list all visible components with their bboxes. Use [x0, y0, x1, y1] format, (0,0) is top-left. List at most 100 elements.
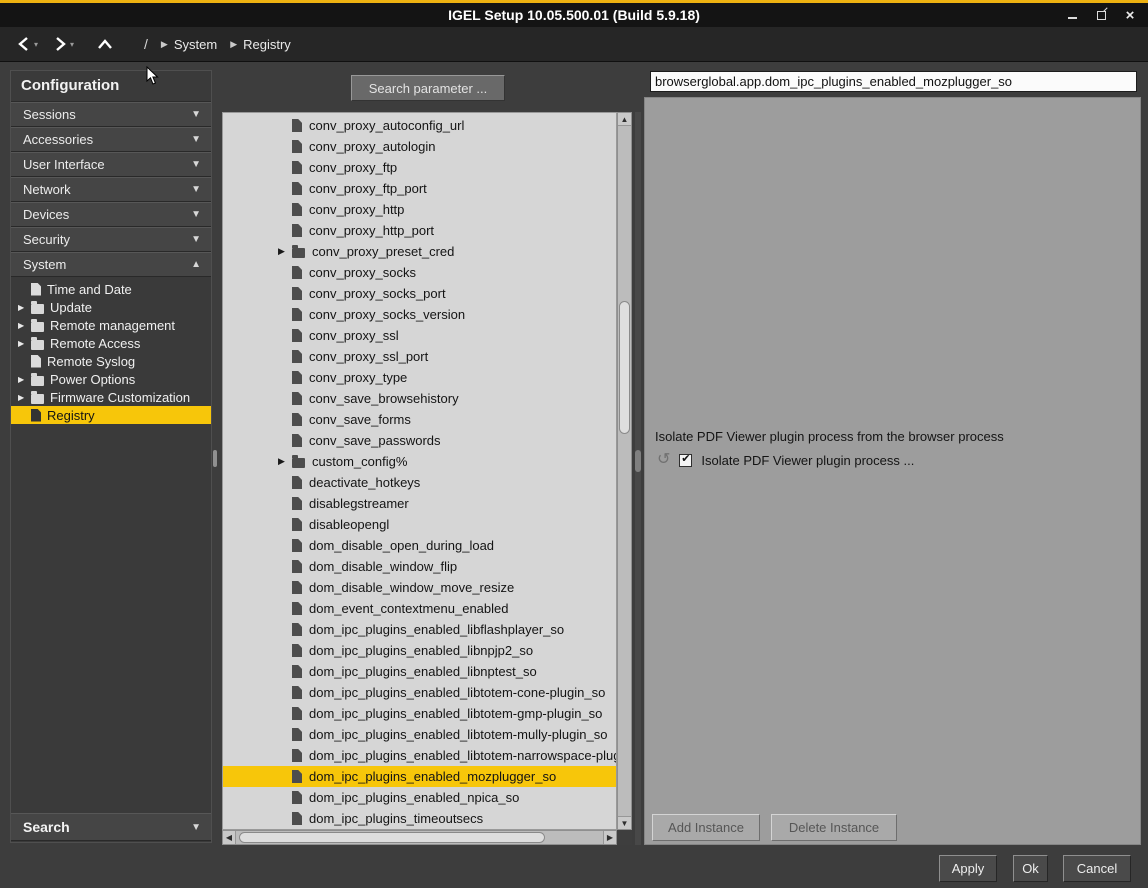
- registry-item-disableopengl[interactable]: disableopengl: [223, 514, 616, 535]
- sidebar-item-devices[interactable]: Devices ▼: [11, 202, 211, 227]
- sidebar-tree-item-registry[interactable]: Registry: [11, 406, 211, 424]
- registry-item-conv-proxy-socks-version[interactable]: conv_proxy_socks_version: [223, 304, 616, 325]
- registry-item-dom-ipc-plugins-enabled-libnptest-so[interactable]: dom_ipc_plugins_enabled_libnptest_so: [223, 661, 616, 682]
- registry-item-dom-ipc-plugins-enabled-npica-so[interactable]: dom_ipc_plugins_enabled_npica_so: [223, 787, 616, 808]
- registry-item-conv-proxy-socks[interactable]: conv_proxy_socks: [223, 262, 616, 283]
- add-instance-button[interactable]: Add Instance: [652, 814, 760, 841]
- registry-item-conv-proxy-http-port[interactable]: conv_proxy_http_port: [223, 220, 616, 241]
- sidebar-item-network[interactable]: Network ▼: [11, 177, 211, 202]
- registry-item-disablegstreamer[interactable]: disablegstreamer: [223, 493, 616, 514]
- registry-item-dom-ipc-plugins-timeoutsecs[interactable]: dom_ipc_plugins_timeoutsecs: [223, 808, 616, 829]
- isolate-checkbox[interactable]: ✔: [679, 454, 692, 467]
- registry-item-conv-proxy-autologin[interactable]: conv_proxy_autologin: [223, 136, 616, 157]
- panel-splitter-handle[interactable]: [213, 450, 217, 467]
- horizontal-scrollbar[interactable]: ◀ ▶: [222, 830, 617, 845]
- vertical-scrollbar-thumb[interactable]: [619, 301, 630, 434]
- registry-item-conv-proxy-socks-port[interactable]: conv_proxy_socks_port: [223, 283, 616, 304]
- registry-item-dom-ipc-plugins-enabled-libnpjp2-so[interactable]: dom_ipc_plugins_enabled_libnpjp2_so: [223, 640, 616, 661]
- registry-item-conv-proxy-autoconfig-url[interactable]: conv_proxy_autoconfig_url: [223, 115, 616, 136]
- sidebar-tree-item-remote-access[interactable]: ▶ Remote Access: [11, 334, 211, 352]
- nav-up-button[interactable]: [96, 38, 114, 50]
- expander-icon[interactable]: ▶: [18, 303, 31, 312]
- registry-item-conv-proxy-ftp-port[interactable]: conv_proxy_ftp_port: [223, 178, 616, 199]
- registry-item-dom-event-contextmenu-enabled[interactable]: dom_event_contextmenu_enabled: [223, 598, 616, 619]
- file-icon: [292, 581, 302, 594]
- titlebar[interactable]: IGEL Setup 10.05.500.01 (Build 5.9.18) ×: [0, 3, 1148, 27]
- parameter-path-field[interactable]: [650, 71, 1137, 92]
- registry-item-dom-disable-open-during-load[interactable]: dom_disable_open_during_load: [223, 535, 616, 556]
- scroll-right-arrow-icon[interactable]: ▶: [603, 831, 616, 844]
- registry-item-dom-ipc-plugins-enabled-libflashplayer-so[interactable]: dom_ipc_plugins_enabled_libflashplayer_s…: [223, 619, 616, 640]
- close-button[interactable]: ×: [1122, 7, 1138, 23]
- scroll-down-arrow-icon[interactable]: ▼: [618, 816, 631, 829]
- back-history-dropdown-icon[interactable]: ▾: [34, 40, 38, 49]
- sidebar-item-user-interface[interactable]: User Interface ▼: [11, 152, 211, 177]
- sidebar-tree-item-time-and-date[interactable]: Time and Date: [11, 280, 211, 298]
- expander-icon[interactable]: ▶: [18, 321, 31, 330]
- scroll-up-arrow-icon[interactable]: ▲: [618, 113, 631, 126]
- apply-button[interactable]: Apply: [939, 855, 997, 882]
- nav-back-button[interactable]: ▾: [16, 36, 38, 52]
- sidebar-item-accessories[interactable]: Accessories ▼: [11, 127, 211, 152]
- registry-item-conv-proxy-preset-cred[interactable]: ▶ conv_proxy_preset_cred: [223, 241, 616, 262]
- registry-item-dom-ipc-plugins-enabled-mozplugger-so[interactable]: dom_ipc_plugins_enabled_mozplugger_so: [223, 766, 616, 787]
- expander-icon[interactable]: ▶: [18, 339, 31, 348]
- ok-button[interactable]: Ok: [1013, 855, 1048, 882]
- delete-instance-button[interactable]: Delete Instance: [771, 814, 897, 841]
- search-section-label: Search: [23, 819, 70, 835]
- search-parameter-button[interactable]: Search parameter ...: [351, 75, 505, 101]
- sidebar-tree-item-remote-management[interactable]: ▶ Remote management: [11, 316, 211, 334]
- minimize-button[interactable]: [1064, 7, 1080, 23]
- registry-item-dom-disable-window-move-resize[interactable]: dom_disable_window_move_resize: [223, 577, 616, 598]
- registry-item-conv-proxy-ssl[interactable]: conv_proxy_ssl: [223, 325, 616, 346]
- scroll-left-arrow-icon[interactable]: ◀: [223, 831, 236, 844]
- sidebar-tree-item-firmware-customization[interactable]: ▶ Firmware Customization: [11, 388, 211, 406]
- registry-item-conv-save-passwords[interactable]: conv_save_passwords: [223, 430, 616, 451]
- registry-item-conv-save-browsehistory[interactable]: conv_save_browsehistory: [223, 388, 616, 409]
- registry-item-dom-ipc-plugins-enabled-libtotem-gmp-plugin-so[interactable]: dom_ipc_plugins_enabled_libtotem-gmp-plu…: [223, 703, 616, 724]
- forward-history-dropdown-icon[interactable]: ▾: [70, 40, 74, 49]
- nav-forward-button[interactable]: ▾: [52, 36, 74, 52]
- parameter-description: Isolate PDF Viewer plugin process from t…: [655, 429, 1004, 444]
- file-icon: [292, 728, 302, 741]
- registry-item-conv-proxy-ftp[interactable]: conv_proxy_ftp: [223, 157, 616, 178]
- horizontal-scrollbar-thumb[interactable]: [239, 832, 545, 843]
- registry-item-dom-ipc-plugins-enabled-libtotem-mully-plugin-so[interactable]: dom_ipc_plugins_enabled_libtotem-mully-p…: [223, 724, 616, 745]
- registry-item-dom-disable-window-flip[interactable]: dom_disable_window_flip: [223, 556, 616, 577]
- registry-item-conv-proxy-type[interactable]: conv_proxy_type: [223, 367, 616, 388]
- reset-to-default-icon[interactable]: ↺: [657, 452, 670, 468]
- tree-item-label: deactivate_hotkeys: [309, 475, 420, 490]
- registry-item-conv-proxy-ssl-port[interactable]: conv_proxy_ssl_port: [223, 346, 616, 367]
- registry-item-conv-proxy-http[interactable]: conv_proxy_http: [223, 199, 616, 220]
- cancel-button[interactable]: Cancel: [1063, 855, 1131, 882]
- registry-item-dom-ipc-plugins-enabled-libtotem-cone-plugin-so[interactable]: dom_ipc_plugins_enabled_libtotem-cone-pl…: [223, 682, 616, 703]
- sidebar-header: Configuration: [11, 71, 211, 102]
- folder-icon: [31, 376, 44, 386]
- sidebar-tree-item-power-options[interactable]: ▶ Power Options: [11, 370, 211, 388]
- expander-icon[interactable]: ▶: [18, 375, 31, 384]
- sidebar-item-sessions[interactable]: Sessions ▼: [11, 102, 211, 127]
- registry-item-conv-save-forms[interactable]: conv_save_forms: [223, 409, 616, 430]
- detail-panel-scrollbar[interactable]: [635, 112, 641, 845]
- vertical-scrollbar[interactable]: ▲ ▼: [617, 112, 632, 830]
- expander-icon[interactable]: ▶: [278, 246, 292, 257]
- breadcrumb-item-registry[interactable]: Registry: [243, 37, 291, 52]
- sidebar-item-security[interactable]: Security ▼: [11, 227, 211, 252]
- chevron-up-icon: [96, 38, 114, 50]
- restore-button[interactable]: [1093, 7, 1109, 23]
- registry-item-custom-config[interactable]: ▶ custom_config%: [223, 451, 616, 472]
- registry-item-dom-ipc-plugins-enabled-libtotem-narrowspace-plugin-so[interactable]: dom_ipc_plugins_enabled_libtotem-narrows…: [223, 745, 616, 766]
- sidebar-tree-item-remote-syslog[interactable]: Remote Syslog: [11, 352, 211, 370]
- detail-scrollbar-thumb[interactable]: [635, 450, 641, 472]
- expander-icon[interactable]: ▶: [18, 393, 31, 402]
- breadcrumb-item-system[interactable]: System: [174, 37, 217, 52]
- tree-item-label: conv_proxy_socks: [309, 265, 416, 280]
- registry-item-deactivate-hotkeys[interactable]: deactivate_hotkeys: [223, 472, 616, 493]
- sidebar-search-section[interactable]: Search ▼: [11, 813, 211, 841]
- expander-icon[interactable]: ▶: [278, 456, 292, 467]
- sidebar-tree-item-update[interactable]: ▶ Update: [11, 298, 211, 316]
- menu-item-chevron-icon: ▼: [191, 134, 201, 145]
- sidebar-item-system[interactable]: System ▲: [11, 252, 211, 277]
- tree-item-label: Remote management: [50, 318, 175, 333]
- file-icon: [292, 623, 302, 636]
